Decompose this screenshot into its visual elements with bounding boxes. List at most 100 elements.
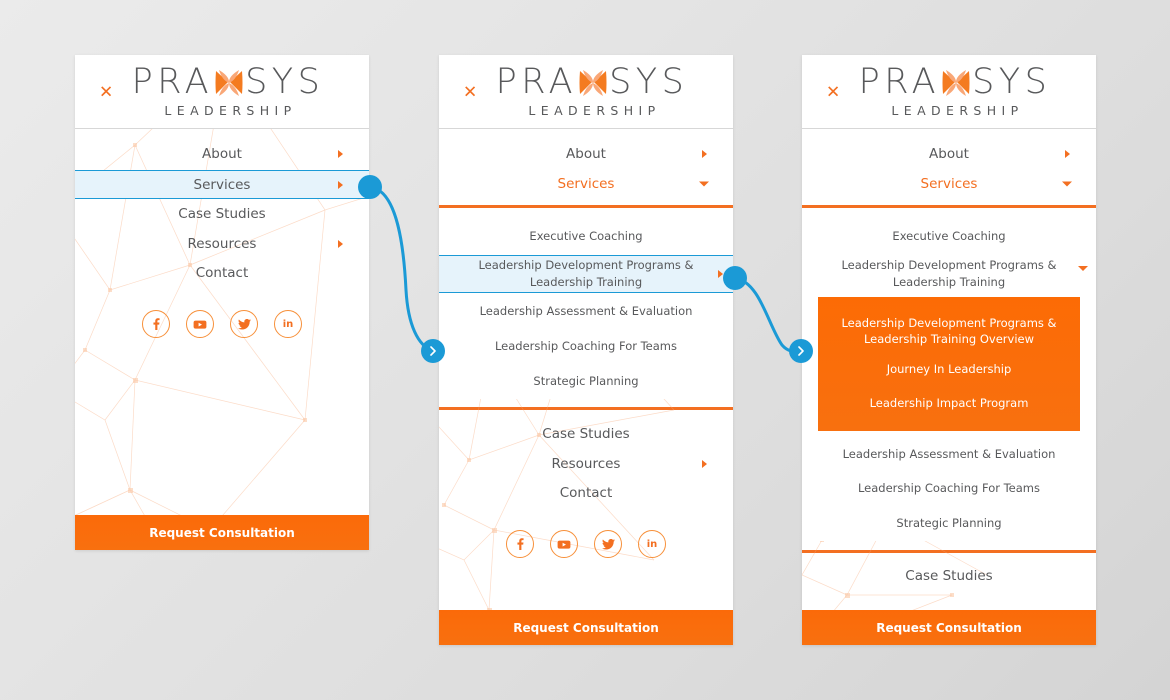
close-x-icon[interactable]: ✕ (463, 83, 477, 100)
submenu-item-label: Strategic Planning (533, 374, 639, 388)
cta-label: Request Consultation (149, 525, 295, 540)
request-consultation-button-3[interactable]: Request Consultation (802, 610, 1096, 645)
submenu-item-label: Leadership Development Programs & Leader… (478, 258, 694, 289)
submenu-item-label: Leadership Coaching For Teams (857, 481, 1041, 495)
menu-item-contact[interactable]: Contact (439, 478, 733, 507)
twitter-icon[interactable] (594, 530, 622, 558)
linkedin-icon[interactable]: in (274, 310, 302, 338)
menu-item-label: Resources (187, 235, 257, 252)
menu-item-about[interactable]: About (75, 139, 369, 169)
logo-text-part1: PRA (495, 62, 578, 103)
connector-target-chevron-2[interactable] (789, 339, 813, 363)
cta-label: Request Consultation (513, 620, 659, 635)
youtube-icon[interactable] (550, 530, 578, 558)
submenu-item-strategic-planning[interactable]: Strategic Planning (439, 364, 733, 399)
main-menu-3: About Services (802, 129, 1096, 199)
main-menu-2: About Services (439, 129, 733, 199)
leadership-dev-submenu-level3: Leadership Development Programs & Leader… (818, 297, 1080, 431)
submenu3-item-overview[interactable]: Leadership Development Programs & Leader… (818, 311, 1080, 351)
submenu-item-leadership-assessment[interactable]: Leadership Assessment & Evaluation (439, 293, 733, 329)
request-consultation-button-1[interactable]: Request Consultation (75, 515, 369, 550)
menu-item-label: Contact (195, 264, 249, 281)
connector-origin-dot-2 (723, 266, 747, 290)
logo-text-part1: PRA (858, 62, 941, 103)
submenu3-item-journey-in-leadership[interactable]: Journey In Leadership (818, 351, 1080, 387)
submenu-item-leadership-assessment[interactable]: Leadership Assessment & Evaluation (802, 437, 1096, 471)
submenu-item-executive-coaching[interactable]: Executive Coaching (802, 218, 1096, 255)
request-consultation-button-2[interactable]: Request Consultation (439, 610, 733, 645)
facebook-icon[interactable] (506, 530, 534, 558)
close-x-icon[interactable]: ✕ (826, 83, 840, 100)
submenu-item-label: Leadership Development Programs & Leader… (841, 258, 1057, 289)
chevron-right-icon (798, 346, 804, 356)
menu-item-case-studies[interactable]: Case Studies (75, 199, 369, 229)
chevron-right-icon (702, 459, 707, 468)
menu-item-label: Case Studies (905, 568, 993, 584)
logo[interactable]: PRA SYS LEADERSHIP (847, 65, 1052, 118)
linkedin-label: in (646, 538, 658, 550)
close-x-icon[interactable]: ✕ (99, 83, 113, 100)
menu-item-label: Services (920, 176, 978, 192)
connector-origin-dot-1 (358, 175, 382, 199)
services-submenu-3: Executive Coaching Leadership Developmen… (802, 208, 1096, 293)
menu-item-services[interactable]: Services (802, 169, 1096, 199)
twitter-icon[interactable] (230, 310, 258, 338)
menu-item-case-studies[interactable]: Case Studies (439, 419, 733, 449)
submenu3-item-leadership-impact-program[interactable]: Leadership Impact Program (818, 387, 1080, 419)
chevron-right-icon (1065, 150, 1070, 158)
cta-label: Request Consultation (876, 620, 1022, 635)
facebook-icon[interactable] (142, 310, 170, 338)
submenu-item-coaching-for-teams[interactable]: Leadership Coaching For Teams (439, 329, 733, 364)
menu-item-label: Contact (559, 484, 613, 501)
submenu-item-strategic-planning[interactable]: Strategic Planning (802, 506, 1096, 541)
services-submenu-2: Executive Coaching Leadership Developmen… (439, 208, 733, 399)
logo-text-part1: PRA (131, 62, 214, 103)
menu-item-about[interactable]: About (802, 139, 1096, 169)
logo-wordmark: PRA SYS (496, 65, 689, 100)
menu-item-resources[interactable]: Resources (75, 229, 369, 258)
main-menu-1: About Services Case Studies Resources Co… (75, 129, 369, 287)
chevron-right-icon (338, 150, 343, 158)
submenu3-item-label: Leadership Development Programs & Leader… (841, 316, 1057, 346)
connector-path-2 (734, 276, 802, 353)
menu-item-services[interactable]: Services (439, 169, 733, 199)
submenu-item-label: Leadership Coaching For Teams (494, 339, 678, 353)
chevron-right-icon (430, 346, 436, 356)
butterfly-x-glyph (941, 68, 971, 98)
butterfly-x-glyph (214, 68, 244, 98)
logo[interactable]: PRA SYS LEADERSHIP (120, 65, 325, 118)
logo[interactable]: PRA SYS LEADERSHIP (484, 65, 689, 118)
connector-path-1 (369, 185, 434, 353)
menu-item-case-studies[interactable]: Case Studies (802, 561, 1096, 591)
menu-item-services[interactable]: Services (75, 170, 369, 199)
submenu-item-label: Executive Coaching (892, 229, 1006, 243)
menu-item-label: Services (557, 176, 615, 192)
linkedin-icon[interactable]: in (638, 530, 666, 558)
butterfly-x-glyph (578, 68, 608, 98)
logo-wordmark: PRA SYS (132, 65, 325, 100)
chevron-down-icon (699, 181, 709, 187)
menu-item-about[interactable]: About (439, 139, 733, 169)
submenu3-item-label: Journey In Leadership (886, 362, 1012, 376)
menu-item-label: Case Studies (178, 206, 266, 222)
submenu-item-leadership-development[interactable]: Leadership Development Programs & Leader… (439, 255, 733, 293)
menu-item-label: About (929, 146, 969, 162)
logo-text-part2: SYS (245, 62, 325, 103)
menu-item-label: About (566, 146, 606, 162)
connector-target-chevron-1[interactable] (421, 339, 445, 363)
main-menu-3-bottom: Case Studies (802, 553, 1096, 591)
social-links-2: in (439, 530, 733, 558)
submenu-item-label: Strategic Planning (896, 516, 1002, 530)
social-links-1: in (75, 310, 369, 338)
menu-item-contact[interactable]: Contact (75, 258, 369, 287)
logo-text-part2: SYS (972, 62, 1052, 103)
submenu-item-leadership-development[interactable]: Leadership Development Programs & Leader… (802, 255, 1096, 293)
youtube-icon[interactable] (186, 310, 214, 338)
menu-panel-2: ✕ PRA SYS LEADERSHIP About Services Exec… (439, 55, 733, 645)
chevron-right-icon (702, 150, 707, 158)
brand-header-2: ✕ PRA SYS LEADERSHIP (439, 55, 733, 129)
submenu-item-executive-coaching[interactable]: Executive Coaching (439, 218, 733, 255)
submenu-item-coaching-for-teams[interactable]: Leadership Coaching For Teams (802, 471, 1096, 506)
menu-item-resources[interactable]: Resources (439, 449, 733, 478)
chevron-down-icon (1078, 266, 1088, 271)
